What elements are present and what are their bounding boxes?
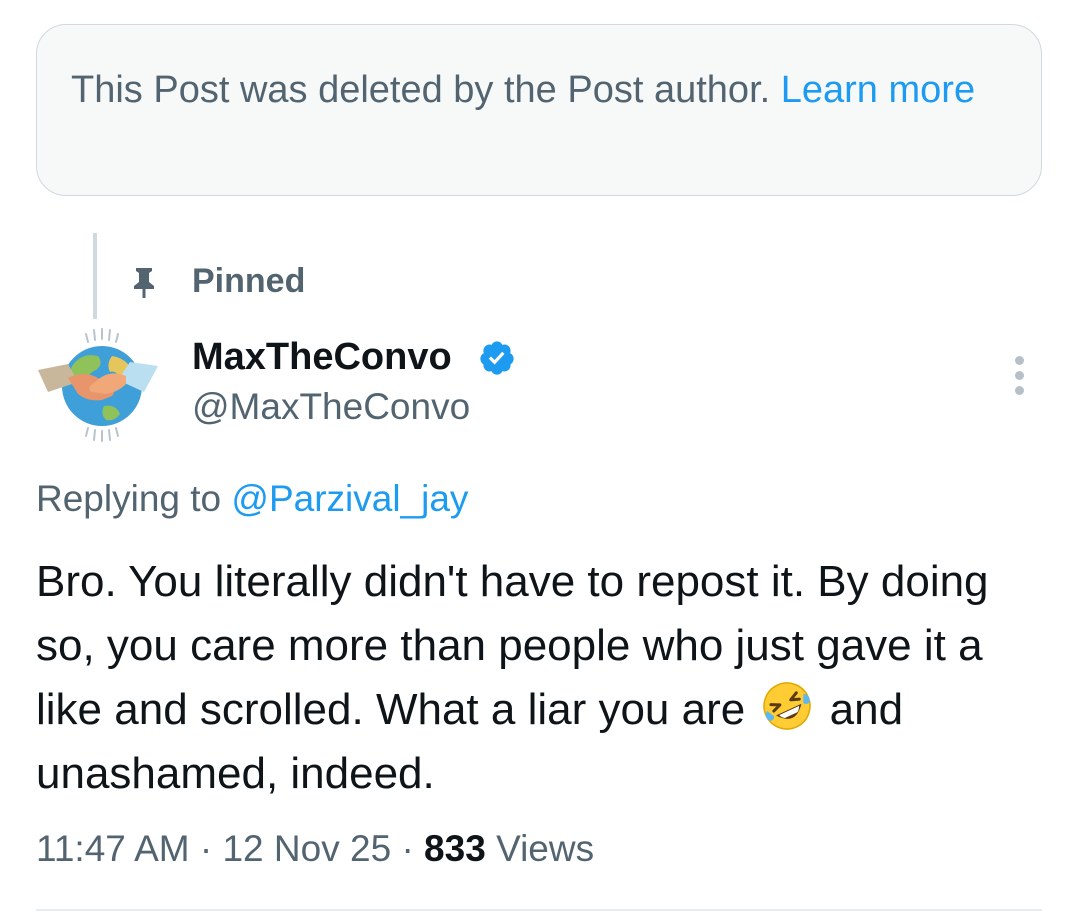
deleted-notice-text: This Post was deleted by the Post author… <box>71 69 781 111</box>
tweet-date[interactable]: 12 Nov 25 <box>222 828 391 869</box>
tweet-time[interactable]: 11:47 AM <box>36 828 190 869</box>
pinned-label: Pinned <box>192 262 306 300</box>
replying-to-prefix: Replying to <box>36 478 232 519</box>
avatar[interactable] <box>34 326 162 444</box>
more-options-button[interactable] <box>1000 352 1040 400</box>
verified-badge-icon <box>480 341 514 375</box>
display-name[interactable]: MaxTheConvo <box>192 336 452 379</box>
deleted-post-notice: This Post was deleted by the Post author… <box>36 24 1042 196</box>
learn-more-link[interactable]: Learn more <box>781 69 975 111</box>
views-count[interactable]: 833 <box>424 828 486 869</box>
tweet-meta: 11:47 AM · 12 Nov 25 · 833 Views <box>36 828 594 870</box>
author-handle[interactable]: @MaxTheConvo <box>192 386 470 428</box>
reply-mention-link[interactable]: @Parzival_jay <box>231 478 468 519</box>
tweet-text: Bro. You literally didn't have to repost… <box>36 550 1056 806</box>
pin-icon <box>134 268 154 298</box>
views-label[interactable]: Views <box>496 828 594 869</box>
divider <box>36 909 1042 911</box>
replying-to: Replying to @Parzival_jay <box>36 478 468 520</box>
meta-separator: · <box>401 828 414 869</box>
thread-connector-line <box>93 233 97 319</box>
meta-separator: · <box>199 828 213 869</box>
rolling-on-the-floor-laughing-emoji-icon <box>763 682 812 730</box>
